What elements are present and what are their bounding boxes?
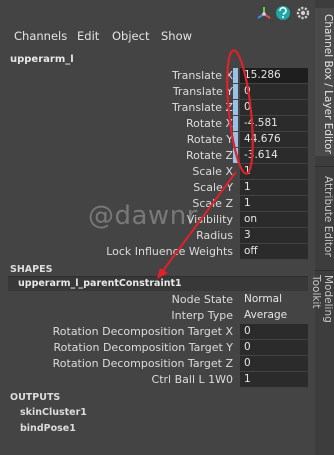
attr-field[interactable]: 3 — [240, 228, 308, 243]
menu-show[interactable]: Show — [161, 29, 192, 43]
attr-row-scale-z[interactable]: Scale Z 1 — [0, 196, 314, 212]
keyed-indicator — [233, 132, 238, 147]
attr-label: Translate Y — [172, 85, 233, 98]
attr-row-scale-x[interactable]: Scale X 1 — [0, 164, 314, 180]
attr-label: Visibility — [186, 213, 233, 226]
attr-label: Ctrl Ball L 1W0 — [151, 373, 233, 386]
keyed-indicator — [233, 84, 238, 99]
attr-label: Lock Influence Weights — [106, 245, 233, 258]
attr-row-interp-type[interactable]: Interp Type Average — [0, 308, 314, 324]
node-name[interactable]: upperarm_l — [10, 54, 74, 65]
attr-label: Scale X — [192, 165, 233, 178]
attr-row-radius[interactable]: Radius 3 — [0, 228, 314, 244]
attr-field[interactable]: 0 — [240, 324, 308, 339]
channel-box-panel: Channels Edit Object Show upperarm_l Tra… — [0, 0, 314, 455]
attr-field[interactable]: 0 — [240, 356, 308, 371]
attr-field[interactable]: 0 — [240, 84, 308, 99]
panel-toolbar — [0, 0, 314, 26]
attr-label: Translate X — [172, 69, 233, 82]
attr-label: Rotation Decomposition Target Z — [52, 357, 233, 370]
output-item-skincluster[interactable]: skinCluster1 — [20, 407, 87, 418]
attr-label: Translate Z — [172, 101, 233, 114]
attr-row-rotate-z[interactable]: Rotate Z -3.614 — [0, 148, 314, 164]
attr-row-rotate-y[interactable]: Rotate Y 44.676 — [0, 132, 314, 148]
attr-row-lock-influence-weights[interactable]: Lock Influence Weights off — [0, 244, 314, 260]
attr-row-node-state[interactable]: Node State Normal — [0, 292, 314, 308]
attr-label: Rotate Y — [186, 133, 233, 146]
attr-row-scale-y[interactable]: Scale Y 1 — [0, 180, 314, 196]
keyed-indicator — [233, 116, 238, 131]
attr-field[interactable]: 44.676 — [240, 132, 308, 147]
tab-channel-box-layer-editor[interactable]: Channel Box / Layer Editor — [315, 8, 334, 156]
attr-row-rotate-x[interactable]: Rotate X -4.581 — [0, 116, 314, 132]
attr-label: Interp Type — [171, 309, 233, 322]
attr-row-translate-z[interactable]: Translate Z 0 — [0, 100, 314, 116]
menu-edit[interactable]: Edit — [77, 29, 99, 43]
attr-label: Node State — [171, 293, 233, 306]
attr-field[interactable]: Normal — [240, 292, 308, 307]
menu-object[interactable]: Object — [112, 29, 149, 43]
side-tab-bar: Channel Box / Layer Editor Attribute Edi… — [310, 0, 334, 455]
attr-field[interactable]: 1 — [240, 164, 308, 179]
attr-field[interactable]: 15.286 — [240, 68, 308, 83]
attr-field[interactable]: 1 — [240, 372, 308, 387]
attr-field[interactable]: 1 — [240, 180, 308, 195]
attr-field[interactable]: 0 — [240, 340, 308, 355]
attr-label: Rotation Decomposition Target X — [52, 325, 233, 338]
shapes-section-header: SHAPES — [10, 264, 53, 275]
attr-label: Scale Y — [193, 181, 233, 194]
keyed-indicator — [233, 148, 238, 163]
outputs-section-header: OUTPUTS — [10, 392, 61, 403]
attr-field[interactable]: on — [240, 212, 308, 227]
attr-row-rotation-decomposition-target-z[interactable]: Rotation Decomposition Target Z 0 — [0, 356, 314, 372]
shape-node-bar[interactable]: upperarm_l_parentConstraint1 — [8, 276, 308, 291]
attr-row-translate-y[interactable]: Translate Y 0 — [0, 84, 314, 100]
menu-channels[interactable]: Channels — [14, 29, 67, 43]
shape-node-name: upperarm_l_parentConstraint1 — [18, 278, 182, 289]
attr-row-rotation-decomposition-target-y[interactable]: Rotation Decomposition Target Y 0 — [0, 340, 314, 356]
attr-label: Scale Z — [192, 197, 233, 210]
attr-label: Rotate Z — [185, 149, 233, 162]
help-icon[interactable] — [275, 5, 291, 21]
attr-row-translate-x[interactable]: Translate X 15.286 — [0, 68, 314, 84]
attr-row-ctrl-ball-l-1w0[interactable]: Ctrl Ball L 1W0 1 — [0, 372, 314, 388]
tab-attribute-editor[interactable]: Attribute Editor — [315, 166, 334, 262]
attr-field[interactable]: 1 — [240, 196, 308, 211]
attr-field[interactable]: Average — [240, 308, 308, 323]
attr-label: Radius — [196, 229, 233, 242]
attr-row-visibility[interactable]: Visibility on — [0, 212, 314, 228]
attr-field[interactable]: off — [240, 244, 308, 259]
axis-gizmo-icon[interactable] — [256, 5, 272, 21]
attr-field[interactable]: 0 — [240, 100, 308, 115]
settings-icon[interactable] — [295, 5, 311, 21]
attr-field[interactable]: -3.614 — [240, 148, 308, 163]
output-item-bindpose[interactable]: bindPose1 — [20, 423, 76, 434]
attr-label: Rotation Decomposition Target Y — [53, 341, 233, 354]
keyed-indicator — [233, 68, 238, 83]
attr-field[interactable]: -4.581 — [240, 116, 308, 131]
keyed-indicator — [233, 100, 238, 115]
menu-bar: Channels Edit Object Show — [0, 26, 314, 46]
attr-row-rotation-decomposition-target-x[interactable]: Rotation Decomposition Target X 0 — [0, 324, 314, 340]
attr-label: Rotate X — [185, 117, 233, 130]
tab-modeling-toolkit[interactable]: Modeling Toolkit — [310, 270, 334, 352]
